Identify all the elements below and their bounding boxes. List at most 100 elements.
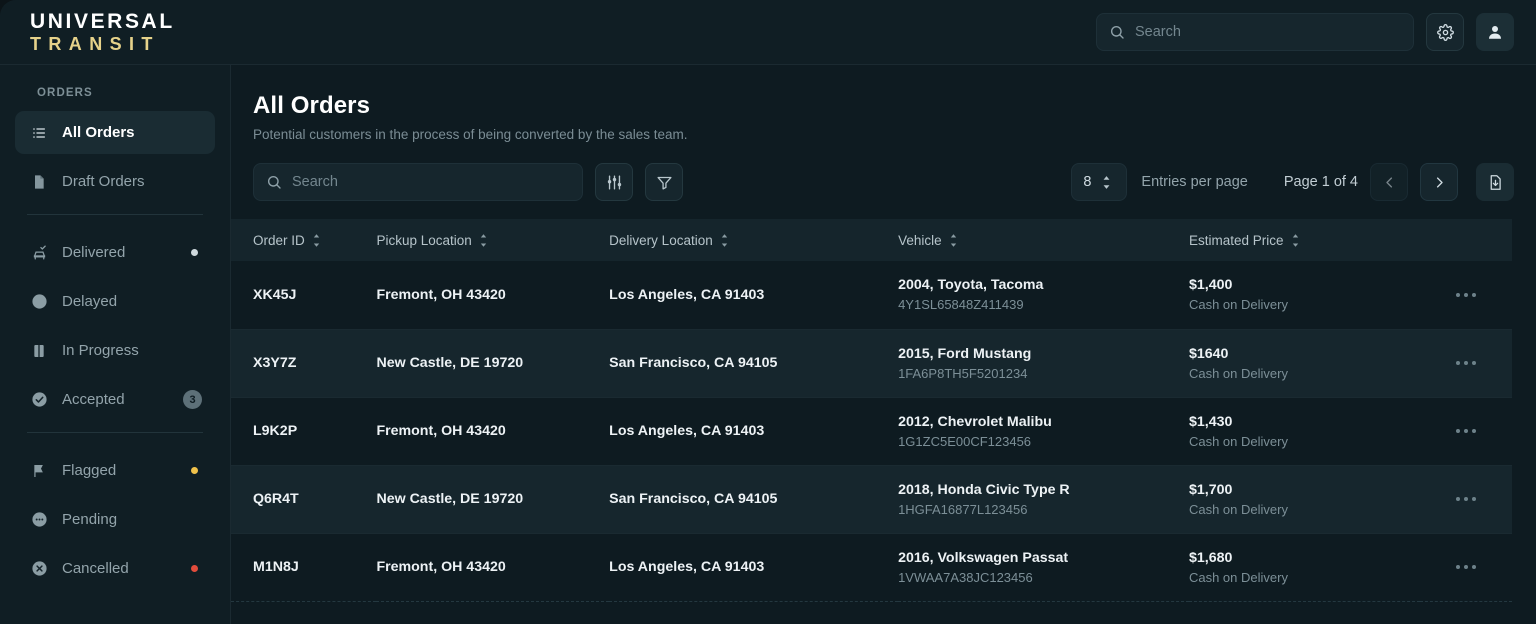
sidebar-divider-1	[27, 214, 203, 215]
cell-vin: 4Y1SL65848Z411439	[898, 297, 1189, 312]
sidebar-item-draft-orders[interactable]: Draft Orders	[15, 160, 215, 203]
cell-delivery: Los Angeles, CA 91403	[609, 287, 764, 303]
profile-button[interactable]	[1476, 13, 1514, 51]
settings-button[interactable]	[1426, 13, 1464, 51]
table-row[interactable]: Q6R4T New Castle, DE 19720 San Francisco…	[231, 465, 1512, 533]
document-icon	[30, 173, 48, 191]
cell-order-id: XK45J	[253, 287, 296, 303]
column-header-delivery-location[interactable]: Delivery Location	[609, 219, 898, 261]
global-search[interactable]	[1096, 13, 1414, 51]
sidebar-divider-2	[27, 432, 203, 433]
orders-table-container: Order ID Pickup Location	[231, 219, 1536, 624]
sidebar-item-label: Accepted	[62, 391, 169, 408]
cell-payment: Cash on Delivery	[1189, 570, 1420, 585]
filter-button[interactable]	[645, 163, 683, 201]
column-header-label: Pickup Location	[376, 233, 471, 248]
stepper-updown-icon[interactable]	[1101, 175, 1112, 190]
entries-value: 8	[1083, 174, 1091, 190]
next-page-button[interactable]	[1420, 163, 1458, 201]
top-bar: UNIVERSAL TRANSIT	[0, 0, 1536, 65]
cell-delivery: San Francisco, CA 94105	[609, 491, 777, 507]
app-body: ORDERS All Orders	[0, 65, 1536, 624]
sidebar-item-all-orders[interactable]: All Orders	[15, 111, 215, 154]
cell-order-id: Q6R4T	[253, 491, 299, 507]
table-search-input[interactable]	[292, 174, 570, 190]
orders-table-head: Order ID Pickup Location	[231, 219, 1512, 261]
car-check-icon	[30, 244, 48, 262]
sidebar-item-pending[interactable]: Pending	[15, 498, 215, 541]
entries-per-page-stepper[interactable]: 8	[1071, 163, 1127, 201]
sort-icon[interactable]	[1291, 234, 1300, 247]
sort-icon[interactable]	[479, 234, 488, 247]
funnel-icon	[656, 174, 673, 191]
sort-icon[interactable]	[949, 234, 958, 247]
cell-price: $1,430	[1189, 414, 1420, 430]
sidebar-item-cancelled[interactable]: Cancelled	[15, 547, 215, 590]
cell-vin: 1VWAA7A38JC123456	[898, 570, 1189, 585]
row-actions-button[interactable]	[1420, 497, 1512, 501]
status-dot	[191, 565, 198, 572]
brand-logo-line1: UNIVERSAL	[30, 11, 175, 32]
table-row[interactable]: L9K2P Fremont, OH 43420 Los Angeles, CA …	[231, 397, 1512, 465]
page-indicator: Page 1 of 4	[1284, 174, 1358, 190]
global-search-input[interactable]	[1135, 24, 1401, 40]
sidebar-item-label: Flagged	[62, 462, 177, 479]
column-settings-button[interactable]	[595, 163, 633, 201]
prev-page-button[interactable]	[1370, 163, 1408, 201]
cell-pickup: New Castle, DE 19720	[376, 355, 523, 371]
column-header-vehicle[interactable]: Vehicle	[898, 219, 1189, 261]
cell-order-id: L9K2P	[253, 423, 297, 439]
page-subtitle: Potential customers in the process of be…	[253, 127, 1512, 142]
table-search[interactable]	[253, 163, 583, 201]
sidebar-item-label: Delayed	[62, 293, 202, 310]
sidebar-item-in-progress[interactable]: In Progress	[15, 329, 215, 372]
table-row[interactable]: M1N8J Fremont, OH 43420 Los Angeles, CA …	[231, 533, 1512, 601]
app-window: UNIVERSAL TRANSIT	[0, 0, 1536, 624]
cell-price: $1,680	[1189, 550, 1420, 566]
sidebar-item-flagged[interactable]: Flagged	[15, 449, 215, 492]
column-header-pickup-location[interactable]: Pickup Location	[376, 219, 609, 261]
cell-vehicle: 2016, Volkswagen Passat	[898, 550, 1189, 566]
cell-delivery: Los Angeles, CA 91403	[609, 423, 764, 439]
row-actions-button[interactable]	[1420, 361, 1512, 365]
sidebar-item-label: Draft Orders	[62, 173, 202, 190]
cell-pickup: Fremont, OH 43420	[376, 559, 505, 575]
flag-icon	[30, 462, 48, 480]
dots-circle-icon	[30, 511, 48, 529]
search-icon	[266, 174, 282, 190]
cell-price: $1,400	[1189, 277, 1420, 293]
check-circle-icon	[30, 391, 48, 409]
sidebar-item-label: All Orders	[62, 124, 202, 141]
sidebar-item-delivered[interactable]: Delivered	[15, 231, 215, 274]
main-content: All Orders Potential customers in the pr…	[231, 65, 1536, 624]
status-dot	[191, 467, 198, 474]
cell-order-id: M1N8J	[253, 559, 299, 575]
table-row[interactable]: X3Y7Z New Castle, DE 19720 San Francisco…	[231, 329, 1512, 397]
column-header-estimated-price[interactable]: Estimated Price	[1189, 219, 1420, 261]
sort-icon[interactable]	[720, 234, 729, 247]
row-actions-button[interactable]	[1420, 293, 1512, 297]
row-actions-button[interactable]	[1420, 429, 1512, 433]
user-icon	[1486, 23, 1504, 41]
table-row[interactable]: XK45J Fremont, OH 43420 Los Angeles, CA …	[231, 261, 1512, 329]
brand-logo-line2: TRANSIT	[30, 35, 175, 53]
sort-icon[interactable]	[312, 234, 321, 247]
cell-price: $1640	[1189, 346, 1420, 362]
cell-vehicle: 2018, Honda Civic Type R	[898, 482, 1189, 498]
brand-logo[interactable]: UNIVERSAL TRANSIT	[30, 11, 175, 53]
cell-vin: 1FA6P8TH5F5201234	[898, 366, 1189, 381]
sidebar-item-label: Delivered	[62, 244, 177, 261]
cell-order-id: X3Y7Z	[253, 355, 296, 371]
export-button[interactable]	[1476, 163, 1514, 201]
cell-vehicle: 2004, Toyota, Tacoma	[898, 277, 1189, 293]
column-header-label: Delivery Location	[609, 233, 713, 248]
orders-table: Order ID Pickup Location	[231, 219, 1512, 602]
sidebar-item-accepted[interactable]: Accepted 3	[15, 378, 215, 421]
sidebar: ORDERS All Orders	[0, 65, 231, 624]
sidebar-item-label: Cancelled	[62, 560, 177, 577]
chevron-left-icon	[1382, 175, 1397, 190]
column-header-order-id[interactable]: Order ID	[231, 219, 376, 261]
row-actions-button[interactable]	[1420, 565, 1512, 569]
cell-pickup: New Castle, DE 19720	[376, 491, 523, 507]
sidebar-item-delayed[interactable]: Delayed	[15, 280, 215, 323]
